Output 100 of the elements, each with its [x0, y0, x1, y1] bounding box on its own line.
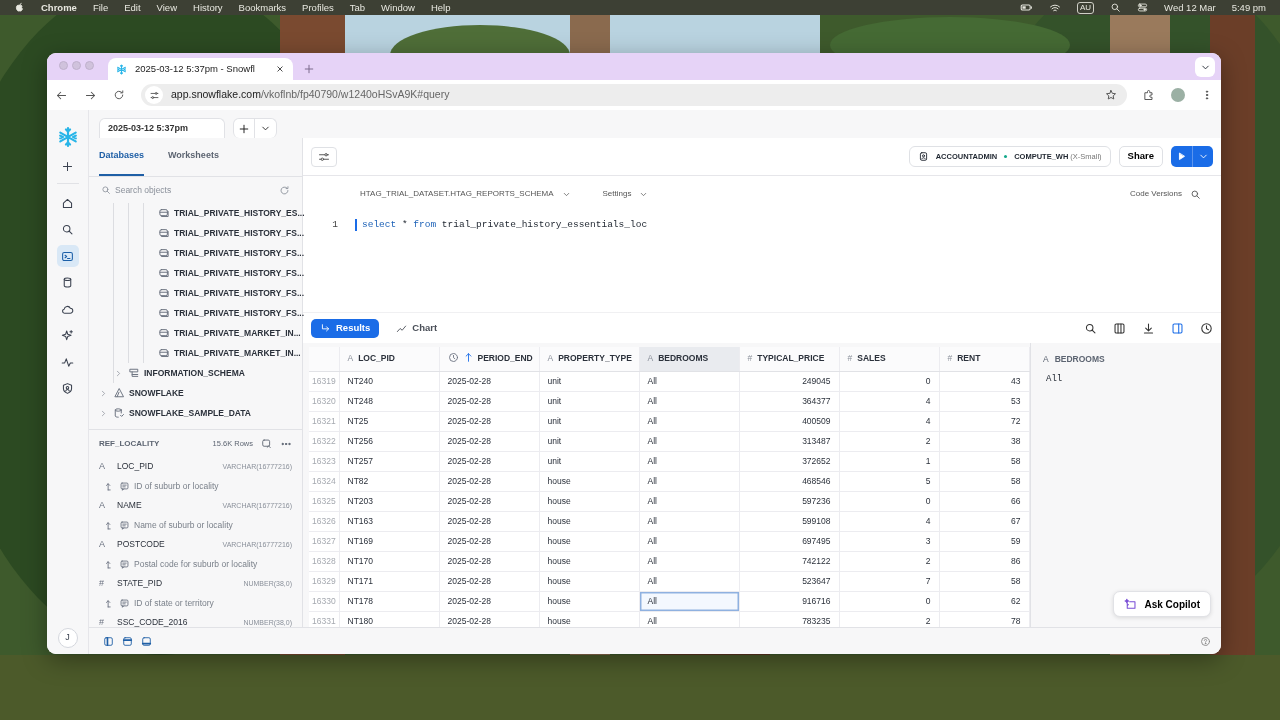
menu-item[interactable]: File — [92, 0, 109, 15]
input-source-indicator[interactable]: AU — [1076, 1, 1095, 14]
table-cell: NT82 — [339, 471, 439, 491]
tree-item[interactable]: TRIAL_PRIVATE_HISTORY_FS... — [144, 283, 302, 303]
table-cell: 249045 — [739, 371, 839, 391]
schema-selector[interactable]: HTAG_TRIAL_DATASET.HTAG_REPORTS_SCHEMA — [360, 188, 571, 200]
column-header[interactable]: A PROPERTY_TYPE — [539, 347, 639, 371]
ask-copilot-button[interactable]: Ask Copilot — [1113, 591, 1211, 617]
table-cell: NT170 — [339, 551, 439, 571]
tree-item[interactable]: TRIAL_PRIVATE_HISTORY_FS... — [144, 243, 302, 263]
history-icon[interactable] — [1200, 321, 1213, 335]
column-header[interactable]: # RENT — [939, 347, 1029, 371]
column-name: POSTCODE — [117, 538, 165, 552]
menu-item[interactable]: Tab — [349, 0, 366, 15]
user-avatar[interactable]: J — [57, 628, 78, 648]
browser-tab[interactable]: 2025-03-12 5:37pm - Snowfl — [108, 58, 293, 80]
tree-item[interactable]: TRIAL_PRIVATE_HISTORY_ES... — [144, 203, 302, 223]
tree-item[interactable]: TRIAL_PRIVATE_MARKET_IN... — [144, 343, 302, 363]
tree-item[interactable]: INFORMATION_SCHEMA — [114, 363, 302, 383]
tree-item[interactable]: SNOWFLAKE_SAMPLE_DATA — [99, 403, 302, 423]
table-cell: 5 — [839, 471, 939, 491]
create-icon[interactable] — [61, 160, 74, 173]
table-cell: unit — [539, 451, 639, 471]
site-settings-icon[interactable] — [148, 89, 160, 101]
type-icon: A — [1043, 353, 1049, 366]
wifi-icon[interactable] — [1048, 1, 1061, 14]
control-center-icon[interactable] — [1137, 2, 1149, 13]
search-icon[interactable] — [61, 223, 74, 236]
tree-item[interactable]: TRIAL_PRIVATE_MARKET_IN... — [144, 323, 302, 343]
bottom-panel-icon[interactable] — [141, 635, 152, 647]
search-field[interactable]: Search objects — [115, 183, 265, 197]
database-icon[interactable] — [61, 276, 74, 289]
side-panel-icon[interactable] — [1171, 321, 1184, 335]
tree-item[interactable]: TRIAL_PRIVATE_HISTORY_FS... — [144, 263, 302, 283]
sidebar-tab[interactable]: Databases — [99, 138, 145, 176]
sidebar-tab[interactable]: Worksheets — [168, 138, 219, 176]
schema-icon — [128, 367, 140, 379]
settings-menu[interactable]: Settings — [602, 188, 649, 200]
apple-icon[interactable] — [14, 2, 25, 13]
search-icon[interactable] — [1084, 321, 1097, 335]
extensions-icon[interactable] — [1143, 89, 1155, 101]
activity-icon[interactable] — [61, 355, 74, 369]
table-cell: 523647 — [739, 571, 839, 591]
table-cell: unit — [539, 411, 639, 431]
search-icon[interactable] — [1190, 188, 1201, 200]
line-number: 1 — [331, 218, 339, 232]
table-cell: All — [639, 491, 739, 511]
menu-item[interactable]: Help — [430, 0, 451, 15]
tree-item[interactable]: SNOWFLAKE — [99, 383, 302, 403]
table-icon — [158, 307, 170, 319]
menu-bar-date: Wed 12 Mar — [1164, 1, 1216, 15]
close-icon[interactable] — [275, 64, 285, 74]
table-cell: 2 — [839, 431, 939, 451]
address-bar[interactable]: app.snowflake.com/vkoflnb/fp40790/w1240oHSvA9K#query — [141, 84, 1127, 106]
menu-item[interactable]: Bookmarks — [238, 0, 287, 15]
left-panel-icon[interactable] — [103, 635, 114, 647]
columns-icon[interactable] — [1113, 321, 1126, 335]
search-icon[interactable] — [1110, 2, 1122, 13]
reload-icon[interactable] — [113, 89, 125, 101]
download-icon[interactable] — [1142, 321, 1155, 335]
new-worksheet-button[interactable] — [233, 118, 255, 138]
terminal-icon[interactable] — [61, 249, 74, 263]
table-icon — [158, 207, 170, 219]
snowflake-icon — [116, 63, 127, 75]
column-header[interactable]: PERIOD_END — [439, 347, 539, 371]
table-icon — [158, 267, 170, 279]
table-cell: 1 — [839, 451, 939, 471]
column-header[interactable]: A LOC_PID — [339, 347, 439, 371]
shield-icon[interactable] — [61, 382, 74, 395]
results-tab[interactable]: Results — [311, 318, 380, 338]
share-button[interactable]: Share — [1118, 146, 1163, 167]
menu-item[interactable]: View — [156, 0, 177, 15]
top-panel-icon[interactable] — [122, 635, 133, 647]
bookmark-star-icon[interactable] — [1105, 89, 1117, 101]
column-header[interactable]: # SALES — [839, 347, 939, 371]
column-header[interactable]: A BEDROOMS — [639, 347, 739, 371]
column-header[interactable]: # TYPICAL_PRICE — [739, 347, 839, 371]
results-tab[interactable]: Chart — [387, 318, 447, 338]
table-cell: 4 — [839, 511, 939, 531]
tree-item[interactable]: TRIAL_PRIVATE_HISTORY_FS... — [144, 223, 302, 243]
home-icon[interactable] — [61, 196, 74, 210]
sparkle-icon[interactable] — [61, 329, 74, 342]
table-cell: All — [639, 471, 739, 491]
table-cell: 72 — [939, 411, 1029, 431]
app-menu[interactable]: Chrome — [41, 0, 77, 15]
menu-item[interactable]: Profiles — [302, 0, 334, 15]
column-description: Postal code for suburb or locality — [134, 557, 258, 571]
tree-item[interactable]: TRIAL_PRIVATE_HISTORY_FS... — [144, 303, 302, 323]
table-preview-icon[interactable] — [261, 438, 272, 449]
type-icon: A — [99, 460, 117, 474]
menu-item[interactable]: Window — [381, 0, 415, 15]
table-cell: NT169 — [339, 531, 439, 551]
filter-button[interactable] — [311, 146, 337, 167]
table-cell: 599108 — [739, 511, 839, 531]
battery-icon[interactable] — [1019, 1, 1033, 14]
menu-item[interactable]: History — [193, 0, 223, 15]
type-icon: A — [547, 353, 554, 364]
menu-item[interactable]: Edit — [124, 0, 141, 15]
code-versions-link[interactable]: Code Versions — [1129, 188, 1182, 200]
worksheet-tab[interactable]: 2025-03-12 5:37pm — [99, 118, 225, 138]
